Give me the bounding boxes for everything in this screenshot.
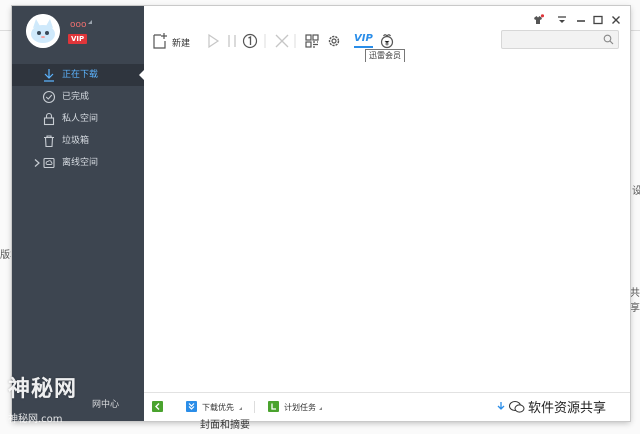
scheduled-task-button[interactable]: 计划任务 — [284, 402, 316, 413]
watermark-channel: 软件资源共享 — [528, 401, 607, 416]
background-text: 共享 — [630, 288, 640, 314]
sidebar-item-label: 正在下载 — [62, 70, 99, 80]
priority-caret[interactable] — [239, 407, 242, 410]
check-circle-icon — [42, 90, 56, 104]
xunlei-window: ooo VIP 正在下载 已完成 私人空间 垃圾箱 离线空间 新建 VIP 迅雷… — [12, 6, 630, 421]
search-input[interactable] — [501, 30, 619, 49]
vip-underline — [354, 46, 373, 48]
schedule-caret[interactable] — [319, 407, 322, 410]
download-list — [144, 62, 630, 393]
divider — [254, 401, 255, 413]
watermark-url: 神秘网.com — [8, 414, 63, 425]
download-priority-button[interactable]: 下载优先 — [202, 402, 234, 413]
username[interactable]: ooo — [70, 20, 87, 30]
play-icon[interactable] — [206, 32, 220, 50]
trash-icon — [44, 135, 54, 148]
cloud-icon — [43, 157, 55, 169]
background-divider — [630, 30, 640, 31]
vip-center-button[interactable]: VIP — [354, 33, 374, 49]
wechat-icon — [509, 401, 525, 413]
vip-badge-label: VIP — [71, 35, 85, 43]
gift-icon[interactable] — [379, 32, 395, 50]
sidebar-item-label: 私人空间 — [62, 114, 99, 124]
menu-icon[interactable] — [556, 14, 568, 26]
download-priority-icon[interactable] — [186, 401, 197, 412]
background-divider — [0, 30, 12, 31]
chevron-right-icon[interactable] — [32, 158, 42, 168]
user-menu-caret[interactable] — [88, 20, 92, 24]
collapse-sidebar-icon[interactable] — [152, 401, 163, 412]
download-icon — [44, 69, 54, 82]
sidebar-item-label: 离线空间 — [62, 158, 99, 168]
sidebar: ooo VIP 正在下载 已完成 私人空间 垃圾箱 离线空间 — [12, 6, 144, 421]
sidebar-item-label: 已完成 — [62, 92, 90, 102]
search-icon[interactable] — [603, 34, 614, 45]
skin-icon[interactable] — [532, 14, 544, 26]
new-task-button[interactable]: 新建 — [172, 36, 190, 49]
divider — [294, 34, 296, 48]
sidebar-item-offline-space[interactable]: 离线空间 — [12, 152, 144, 174]
lock-icon — [43, 112, 55, 126]
vip-badge[interactable]: VIP — [68, 34, 88, 44]
download-speed-icon — [497, 402, 505, 410]
minimize-icon[interactable] — [575, 14, 587, 26]
settings-icon[interactable] — [326, 32, 342, 50]
background-text: 封面和摘要 — [200, 420, 250, 431]
sidebar-item-trash[interactable]: 垃圾箱 — [12, 130, 144, 152]
delete-icon[interactable] — [274, 32, 290, 50]
watermark-logo: 神秘网 — [8, 377, 78, 402]
speed-limit-icon[interactable] — [242, 32, 258, 50]
close-icon[interactable] — [610, 14, 622, 26]
maximize-icon[interactable] — [592, 14, 604, 26]
sidebar-item-private-space[interactable]: 私人空间 — [12, 108, 144, 130]
grid-icon[interactable] — [304, 32, 320, 50]
avatar[interactable] — [26, 14, 60, 48]
new-file-icon[interactable] — [152, 32, 168, 50]
sidebar-item-label: 垃圾箱 — [62, 136, 90, 146]
vip-icon-label: VIP — [354, 33, 373, 44]
divider — [264, 34, 266, 48]
scheduled-task-icon[interactable] — [268, 401, 279, 412]
sidebar-item-downloading[interactable]: 正在下载 — [12, 64, 144, 86]
tooltip: 迅雷会员 — [365, 49, 405, 63]
background-text: 设 — [632, 186, 640, 197]
watermark-text: 网中心 — [92, 400, 120, 410]
pause-icon[interactable] — [226, 32, 238, 50]
sidebar-item-completed[interactable]: 已完成 — [12, 86, 144, 108]
